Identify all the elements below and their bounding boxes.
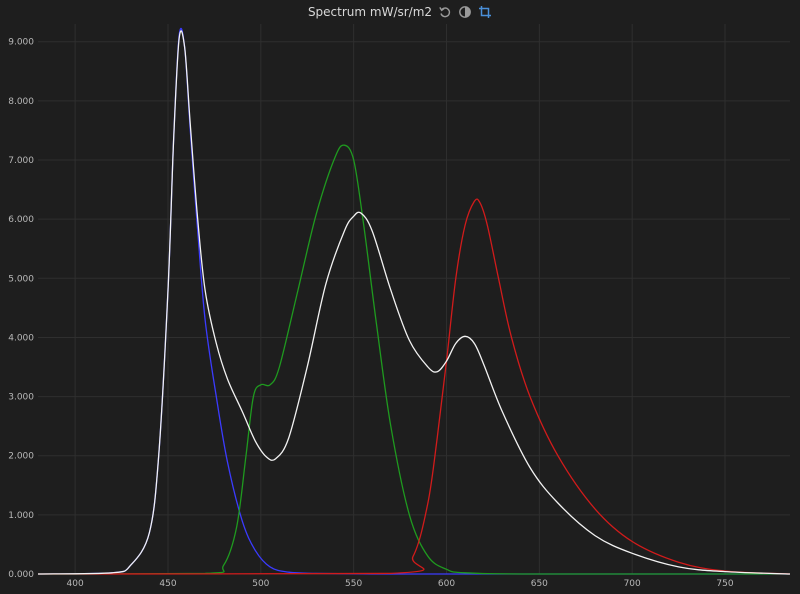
spectrum-chart: 0.000 1.000 2.000 3.000 4.000 5.000 6.000 7.000… bbox=[8, 24, 791, 589]
spectrum-panel: 0.000 1.000 2.000 3.000 4.000 5.000 6.000 7.000… bbox=[0, 0, 800, 594]
chart-header: Spectrum mW/sr/m2 bbox=[0, 0, 800, 24]
y-tick-label: 0.000 bbox=[8, 570, 34, 580]
y-tick-label: 2.000 bbox=[8, 452, 34, 462]
blue-series-line bbox=[37, 27, 790, 575]
x-tick-label: 450 bbox=[159, 579, 176, 589]
y-tick-label: 6.000 bbox=[8, 215, 34, 225]
y-tick-label: 9.000 bbox=[8, 38, 34, 48]
crop-icon[interactable] bbox=[478, 5, 492, 19]
chart-title: Spectrum mW/sr/m2 bbox=[307, 5, 433, 19]
y-tick-label: 5.000 bbox=[8, 274, 34, 284]
green-series-line bbox=[37, 144, 790, 575]
y-axis-ticks: 0.000 1.000 2.000 3.000 4.000 5.000 6.000 7.000… bbox=[8, 38, 34, 580]
grid-lines bbox=[38, 24, 790, 575]
x-tick-label: 750 bbox=[716, 579, 733, 589]
y-tick-label: 8.000 bbox=[8, 97, 34, 107]
reset-icon[interactable] bbox=[438, 5, 452, 19]
x-tick-label: 500 bbox=[252, 579, 269, 589]
x-tick-label: 400 bbox=[67, 579, 84, 589]
contrast-icon[interactable] bbox=[458, 5, 472, 19]
y-tick-label: 7.000 bbox=[8, 156, 34, 166]
red-series-line bbox=[37, 198, 791, 575]
series-lines bbox=[37, 27, 791, 575]
y-tick-label: 3.000 bbox=[8, 393, 34, 403]
x-tick-label: 650 bbox=[531, 579, 548, 589]
y-tick-label: 4.000 bbox=[8, 333, 34, 343]
white-series-line bbox=[37, 30, 791, 575]
x-tick-label: 700 bbox=[624, 579, 641, 589]
x-tick-label: 550 bbox=[345, 579, 362, 589]
x-tick-label: 600 bbox=[438, 579, 455, 589]
x-axis-ticks: 400 450 500 550 600 650 700 750 bbox=[67, 579, 734, 589]
y-tick-label: 1.000 bbox=[8, 511, 34, 521]
